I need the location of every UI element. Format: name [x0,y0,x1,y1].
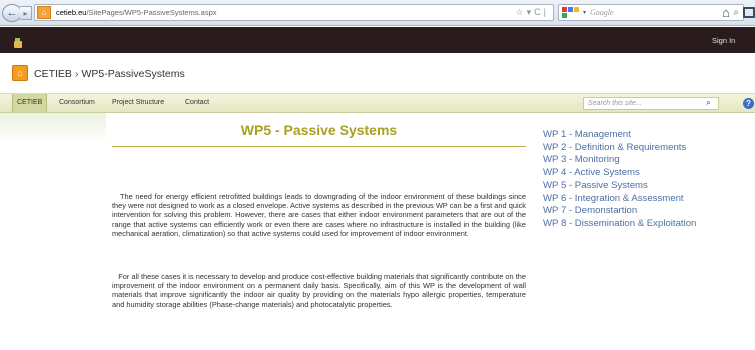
wp-link-6[interactable]: WP 6 - Integration & Assessment [543,193,743,206]
wp-link-8[interactable]: WP 8 - Dissemination & Exploitation [543,218,743,231]
top-navigation: CETIEB Consortium Project Structure Cont… [0,93,755,113]
wp-link-4[interactable]: WP 4 - Active Systems [543,167,743,180]
site-search-placeholder: Search this site... [588,100,642,107]
engine-dropdown-icon[interactable]: ▾ [583,9,586,16]
address-text[interactable]: cetieb.eu/SitePages/WP5-PassiveSystems.a… [56,8,217,17]
nav-item-consortium[interactable]: Consortium [59,99,95,106]
wp-link-5[interactable]: WP 5 - Passive Systems [543,180,743,193]
site-actions-icon[interactable] [14,38,22,48]
content-paragraph-1: The need for energy efficient retrofitte… [112,192,526,238]
wp-link-1[interactable]: WP 1 - Management [543,129,743,142]
page-title: WP5 - Passive Systems [240,122,398,138]
home-icon[interactable]: ⌂ [722,5,730,20]
site-favicon-icon: ⌂ [37,6,51,19]
reload-icon[interactable]: C [534,7,544,17]
heading-divider [112,146,526,147]
browser-toolbar: ← ▸ ⌂ cetieb.eu/SitePages/WP5-PassiveSys… [0,0,755,26]
work-package-links: WP 1 - Management WP 2 - Definition & Re… [543,129,743,231]
forward-arrow-icon: ▸ [23,8,28,18]
wp-link-3[interactable]: WP 3 - Monitoring [543,154,743,167]
google-logo-icon[interactable] [562,7,582,18]
bookmark-star-icon[interactable]: ☆ [516,7,527,17]
site-logo-icon[interactable]: ⌂ [12,65,28,81]
browser-search-box[interactable]: ▾ Google ⌕ [558,4,744,21]
nav-item-contact[interactable]: Contact [185,99,209,106]
address-bar[interactable]: ⌂ cetieb.eu/SitePages/WP5-PassiveSystems… [34,4,554,21]
sign-in-link[interactable]: Sign In [712,36,735,45]
site-title-row: ⌂ CETIEB › WP5-PassiveSystems [0,53,755,93]
address-bar-actions[interactable]: ☆▾C| [516,7,549,18]
browser-search-placeholder: Google [590,8,614,17]
left-navigation-panel [0,113,106,350]
page-menu-icon[interactable]: | [544,7,549,17]
back-arrow-icon: ← [6,7,18,19]
breadcrumb-page: WP5-PassiveSystems [81,68,185,80]
browser-search-icon[interactable]: ⌕ [733,7,739,18]
bookmarks-icon[interactable] [743,7,755,18]
wp-link-7[interactable]: WP 7 - Demonstartion [543,205,743,218]
back-button[interactable]: ← [2,4,22,22]
wp-link-2[interactable]: WP 2 - Definition & Requirements [543,142,743,155]
help-icon[interactable]: ? [743,98,754,109]
nav-item-cetieb[interactable]: CETIEB [12,94,48,112]
search-icon[interactable]: ⌕ [706,97,711,108]
breadcrumb: CETIEB › WP5-PassiveSystems [34,68,185,80]
forward-button[interactable]: ▸ [20,6,32,20]
site-top-bar: Sign In [0,27,755,53]
breadcrumb-separator: › [74,68,79,80]
breadcrumb-site[interactable]: CETIEB [34,68,72,80]
site-search-input[interactable]: Search this site... [583,97,719,110]
nav-item-project-structure[interactable]: Project Structure [112,99,164,106]
content-paragraph-2: For all these cases it is necessary to d… [112,272,526,309]
